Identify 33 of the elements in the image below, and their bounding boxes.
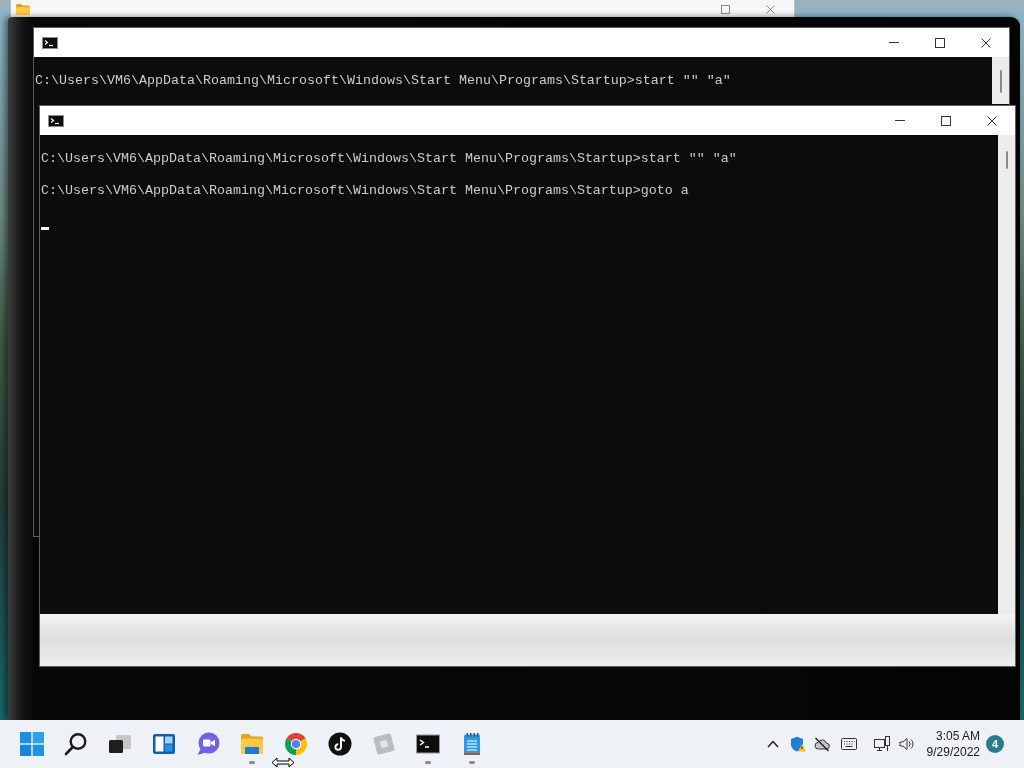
close-icon[interactable] bbox=[981, 37, 991, 48]
clock-time[interactable]: 3:05 AM bbox=[935, 728, 980, 744]
terminal-icon bbox=[42, 36, 58, 49]
close-icon[interactable] bbox=[987, 115, 997, 126]
notification-badge[interactable]: 4 bbox=[986, 735, 1004, 753]
scrollbar-thumb[interactable] bbox=[999, 70, 1002, 93]
shield-warning-icon[interactable] bbox=[789, 736, 806, 752]
monitor-icon[interactable] bbox=[873, 736, 890, 752]
keyboard-icon[interactable] bbox=[840, 738, 857, 750]
resize-cursor-icon bbox=[271, 757, 295, 768]
console-line: C:\Users\VM6\AppData\Roaming\Microsoft\Windows\Start Menu\Programs\Startup>goto a bbox=[41, 183, 689, 199]
folder-icon[interactable] bbox=[240, 732, 264, 756]
console-line: C:\Users\VM6\AppData\Roaming\Microsoft\Windows\Start Menu\Programs\Startup>start "" "a" bbox=[35, 73, 731, 89]
volume-icon[interactable] bbox=[898, 736, 915, 752]
cloud-offline-icon[interactable] bbox=[813, 736, 830, 752]
music-note-icon[interactable] bbox=[328, 732, 352, 756]
browser-icon[interactable] bbox=[284, 732, 308, 756]
overlapping-squares-icon[interactable] bbox=[108, 732, 132, 756]
scrollbar-thumb[interactable] bbox=[1005, 151, 1008, 169]
chevron-up-icon[interactable] bbox=[766, 740, 779, 748]
search-icon[interactable] bbox=[64, 732, 88, 756]
clock-date[interactable]: 9/29/2022 bbox=[926, 744, 980, 760]
console-line: C:\Users\VM6\AppData\Roaming\Microsoft\Windows\Start Menu\Programs\Startup>start "" "a" bbox=[41, 151, 737, 167]
video-chat-icon[interactable] bbox=[196, 732, 220, 756]
scrollbar[interactable] bbox=[992, 57, 1009, 104]
scrollbar[interactable] bbox=[998, 135, 1015, 614]
start-icon[interactable] bbox=[20, 732, 44, 756]
maximize-icon[interactable] bbox=[941, 115, 951, 126]
widgets-icon[interactable] bbox=[152, 732, 176, 756]
folder-icon bbox=[16, 4, 30, 15]
terminal-icon[interactable] bbox=[416, 732, 440, 756]
maximize-icon[interactable] bbox=[935, 37, 945, 48]
terminal-icon bbox=[48, 114, 64, 127]
